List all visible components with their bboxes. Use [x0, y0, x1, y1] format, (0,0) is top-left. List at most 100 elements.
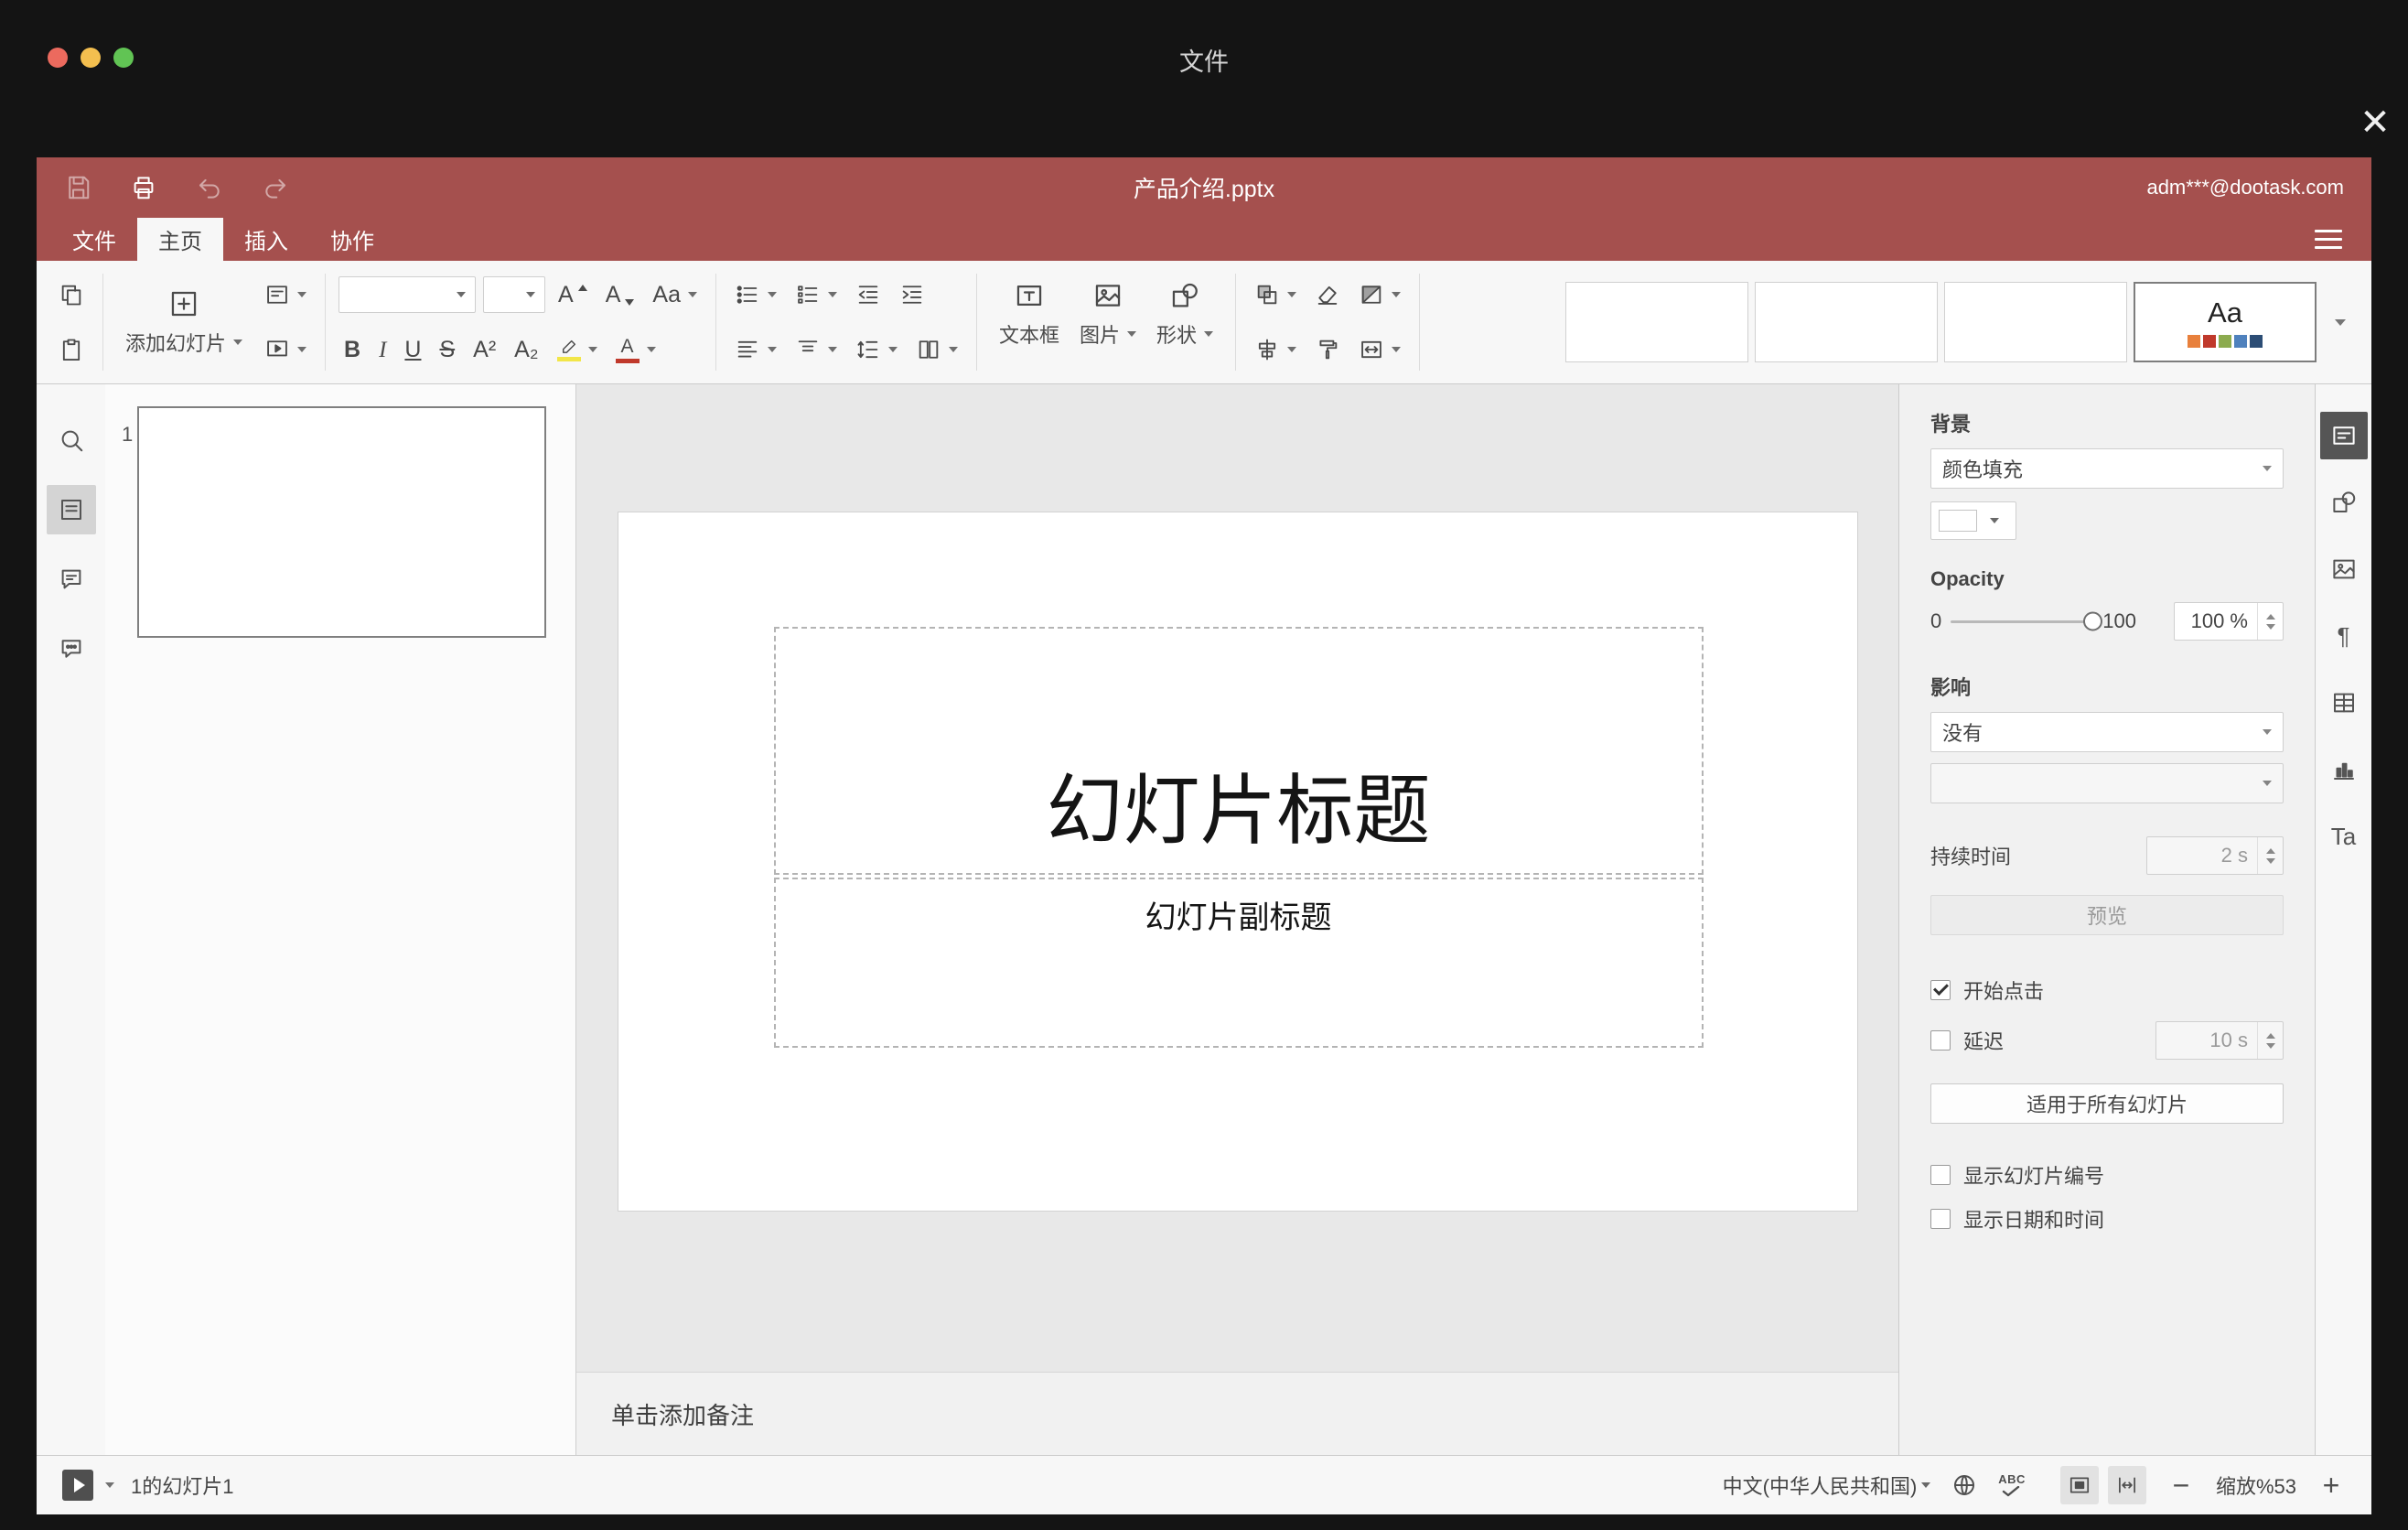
theme-option-3[interactable] — [1944, 282, 2127, 362]
paste-button[interactable] — [53, 331, 90, 368]
font-name-select[interactable] — [339, 276, 477, 313]
add-slide-button[interactable]: 添加幻灯片 — [116, 269, 252, 375]
tab-insert[interactable]: 插入 — [223, 218, 309, 261]
opacity-input[interactable]: 100 % — [2174, 602, 2284, 641]
change-case-button[interactable]: Aa — [647, 278, 703, 312]
clear-style-button[interactable] — [1309, 276, 1346, 313]
show-slide-number-checkbox[interactable] — [1930, 1165, 1951, 1185]
decrease-font-button[interactable]: A — [600, 278, 640, 312]
opacity-slider[interactable] — [1951, 611, 2103, 631]
menu-icon[interactable] — [2315, 218, 2342, 261]
duration-input[interactable]: 2 s — [2146, 836, 2284, 875]
theme-option-1[interactable] — [1565, 282, 1748, 362]
delay-checkbox[interactable] — [1930, 1030, 1951, 1051]
set-language-button[interactable] — [1951, 1471, 1978, 1499]
superscript-button[interactable]: A² — [468, 333, 501, 367]
zoom-in-button[interactable]: + — [2317, 1471, 2346, 1500]
increase-font-button[interactable]: A — [553, 278, 593, 312]
background-color-picker[interactable] — [1930, 501, 2016, 540]
font-size-select[interactable] — [483, 276, 546, 313]
copy-style-button[interactable] — [1309, 331, 1346, 368]
table-settings-button[interactable] — [2320, 679, 2368, 727]
spinner-icon[interactable] — [2257, 1022, 2283, 1059]
zoom-level[interactable]: 缩放%53 — [2216, 1471, 2296, 1500]
bullet-list-button[interactable] — [729, 276, 782, 313]
tab-home[interactable]: 主页 — [137, 218, 223, 261]
spinner-icon[interactable] — [2257, 837, 2283, 874]
comments-button[interactable] — [47, 555, 96, 604]
arrange-objects-button[interactable] — [1249, 276, 1302, 313]
effect-select[interactable]: 没有 — [1930, 712, 2284, 752]
italic-button[interactable]: I — [373, 333, 392, 367]
tab-collaboration[interactable]: 协作 — [309, 218, 395, 261]
highlight-icon — [562, 339, 575, 353]
decrease-indent-button[interactable] — [850, 276, 887, 313]
preview-button[interactable]: 预览 — [1930, 895, 2284, 935]
font-color-button[interactable]: A — [610, 331, 661, 369]
effect-option-select[interactable] — [1930, 763, 2284, 803]
slide[interactable]: 幻灯片标题 幻灯片副标题 — [618, 512, 1857, 1211]
columns-button[interactable] — [910, 331, 963, 368]
line-spacing-button[interactable] — [850, 331, 903, 368]
image-settings-button[interactable] — [2320, 545, 2368, 593]
chevron-down-icon[interactable] — [105, 1482, 114, 1488]
slide-settings-button[interactable] — [2319, 412, 2368, 459]
highlight-color-button[interactable] — [552, 332, 603, 367]
fit-to-slide-button[interactable] — [2059, 1466, 2099, 1504]
vertical-align-button[interactable] — [790, 331, 843, 368]
theme-option-selected[interactable]: Aa — [2134, 282, 2317, 362]
bold-button[interactable]: B — [339, 333, 366, 367]
strikethrough-button[interactable]: S — [434, 333, 460, 367]
undo-button[interactable] — [196, 174, 223, 201]
zoom-out-button[interactable]: − — [2166, 1471, 2196, 1500]
slide-layout-button[interactable] — [259, 276, 312, 313]
subscript-button[interactable]: A₂ — [509, 333, 543, 367]
theme-option-2[interactable] — [1755, 282, 1938, 362]
copy-button[interactable] — [53, 276, 90, 313]
apply-to-all-slides-button[interactable]: 适用于所有幻灯片 — [1930, 1083, 2284, 1124]
spinner-icon[interactable] — [2257, 603, 2283, 640]
close-icon[interactable]: ✕ — [2353, 101, 2397, 145]
title-placeholder[interactable]: 幻灯片标题 — [773, 627, 1704, 875]
ribbon-tabs: 文件 主页 插入 协作 — [37, 218, 2371, 261]
opacity-slider-knob[interactable] — [2083, 611, 2103, 631]
subtitle-placeholder[interactable]: 幻灯片副标题 — [773, 878, 1704, 1048]
align-objects-button[interactable] — [1249, 331, 1302, 368]
spellcheck-button[interactable]: ABC — [1998, 1473, 2026, 1497]
start-on-click-checkbox[interactable] — [1930, 980, 1951, 1000]
delay-input[interactable]: 10 s — [2155, 1021, 2284, 1060]
horizontal-align-button[interactable] — [729, 331, 782, 368]
paragraph-settings-button[interactable]: ¶ — [2320, 612, 2368, 660]
tab-file[interactable]: 文件 — [51, 218, 137, 261]
add-slide-label: 添加幻灯片 — [125, 331, 227, 355]
insert-textbox-button[interactable]: 文本框 — [990, 261, 1069, 367]
start-slideshow-statusbar-button[interactable] — [62, 1470, 93, 1501]
chat-button[interactable] — [47, 624, 96, 673]
start-slideshow-button[interactable] — [259, 331, 312, 368]
save-button[interactable] — [64, 174, 91, 201]
insert-shape-button[interactable]: 形状 — [1147, 261, 1222, 367]
underline-button[interactable]: U — [399, 333, 426, 367]
search-button[interactable] — [47, 415, 96, 465]
increase-indent-button[interactable] — [894, 276, 930, 313]
theme-gallery-expand-button[interactable] — [2317, 272, 2359, 372]
show-datetime-checkbox[interactable] — [1930, 1209, 1951, 1229]
effect-value: 没有 — [1942, 722, 1983, 745]
textart-settings-button[interactable]: Ta — [2320, 813, 2368, 860]
color-scheme-button[interactable] — [1353, 276, 1406, 313]
slide-thumbnail[interactable] — [137, 406, 546, 638]
slide-size-button[interactable] — [1353, 331, 1406, 368]
slides-panel-button[interactable] — [46, 485, 96, 534]
redo-button[interactable] — [262, 174, 289, 201]
document-language-button[interactable]: 中文(中华人民共和国) — [1723, 1471, 1931, 1500]
chevron-down-icon — [1392, 292, 1402, 297]
insert-image-button[interactable]: 图片 — [1070, 261, 1145, 367]
fit-to-width-button[interactable] — [2107, 1466, 2146, 1504]
chart-settings-button[interactable] — [2320, 746, 2368, 793]
shape-settings-button[interactable] — [2320, 479, 2368, 526]
print-button[interactable] — [130, 174, 157, 201]
notes-area[interactable]: 单击添加备注 — [576, 1372, 1898, 1455]
background-fill-select[interactable]: 颜色填充 — [1930, 448, 2284, 489]
toolbar-separator — [1419, 274, 1421, 371]
numbered-list-button[interactable] — [790, 276, 843, 313]
